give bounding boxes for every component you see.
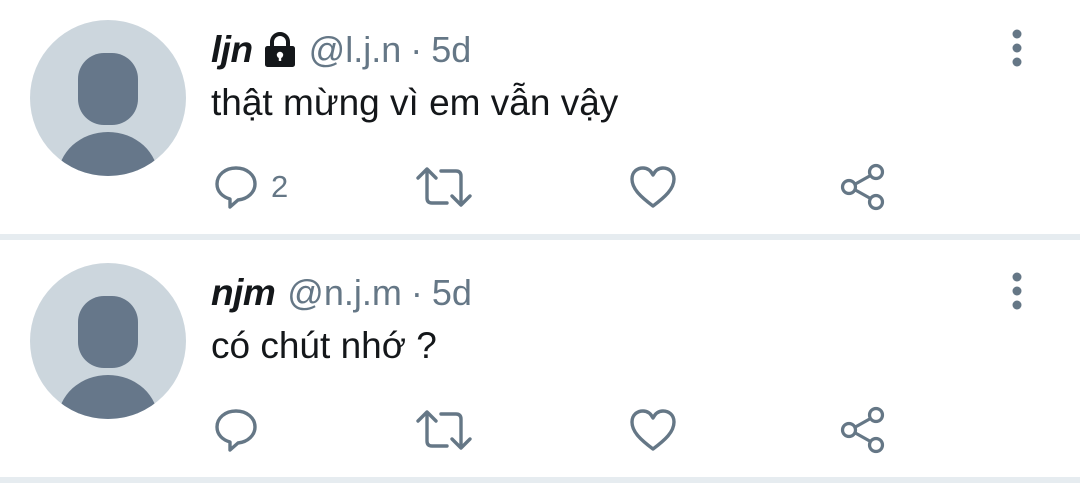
tweet-divider [0, 234, 1080, 240]
like-button[interactable] [628, 163, 678, 211]
avatar[interactable] [30, 20, 186, 176]
reply-button[interactable] [213, 406, 271, 454]
timestamp[interactable]: 5d [432, 272, 472, 314]
display-name[interactable]: njm [211, 272, 276, 314]
avatar-body-shape [58, 132, 158, 176]
timestamp[interactable]: 5d [431, 29, 471, 71]
avatar[interactable] [30, 263, 186, 419]
tweet-text: thật mừng vì em vẫn vậy [211, 82, 619, 123]
share-button[interactable] [838, 163, 888, 211]
like-button[interactable] [628, 406, 678, 454]
retweet-icon [414, 407, 474, 453]
heart-icon [628, 407, 678, 453]
user-handle: @l.j.n [308, 29, 402, 70]
separator-dot: · [410, 272, 423, 313]
avatar-head-shape [78, 296, 138, 368]
avatar-body-shape [58, 375, 158, 419]
tweet-divider [0, 477, 1080, 483]
more-options-icon[interactable] [1001, 271, 1033, 313]
tweet-feed: ljn @l.j.n · 5d thật mừng vì em vẫn vậy [0, 0, 1080, 483]
retweet-button[interactable] [414, 163, 474, 211]
reply-icon [213, 407, 259, 453]
heart-icon [628, 164, 678, 210]
share-button[interactable] [838, 406, 888, 454]
share-icon [838, 163, 888, 211]
more-options-icon[interactable] [1001, 28, 1033, 70]
share-icon [838, 406, 888, 454]
reply-button[interactable]: 2 [213, 163, 288, 211]
tweet-header: njm @n.j.m · 5d [211, 271, 472, 315]
lock-icon [263, 32, 297, 68]
retweet-icon [414, 164, 474, 210]
user-handle: @n.j.m [287, 272, 402, 313]
avatar-head-shape [78, 53, 138, 125]
separator-dot: · [410, 29, 423, 70]
tweet-header: ljn @l.j.n · 5d [211, 28, 471, 72]
display-name[interactable]: ljn [211, 29, 253, 71]
tweet-text: có chút nhớ ? [211, 325, 437, 366]
tweet-item[interactable]: ljn @l.j.n · 5d thật mừng vì em vẫn vậy [0, 0, 1080, 234]
retweet-button[interactable] [414, 406, 474, 454]
reply-icon [213, 164, 259, 210]
reply-count: 2 [271, 169, 289, 204]
tweet-item[interactable]: njm @n.j.m · 5d có chút nhớ ? [0, 243, 1080, 477]
